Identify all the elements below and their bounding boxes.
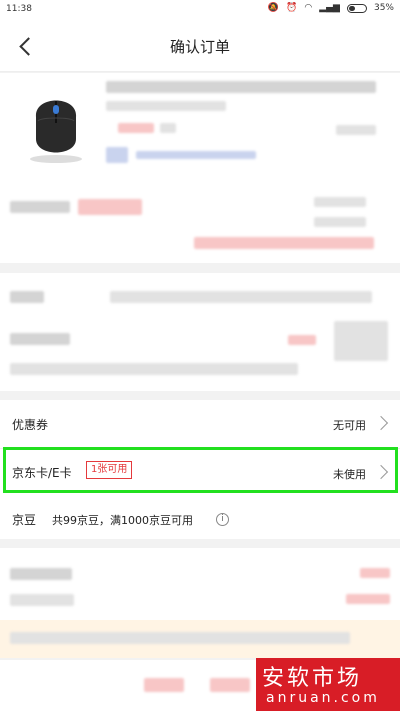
total-price-blur xyxy=(144,678,184,692)
jd-card-badge: 1张可用 xyxy=(86,461,133,479)
invoice-detail-blur xyxy=(10,363,298,375)
coupon-value: 无可用 xyxy=(333,419,366,432)
price-summary-card xyxy=(0,548,400,620)
delivery-info-blur-2 xyxy=(314,217,366,227)
payment-detail-blur xyxy=(110,291,372,303)
freight-label-blur xyxy=(10,594,74,606)
freight-value-blur xyxy=(346,594,390,604)
notice-text-blur xyxy=(10,632,350,644)
price-value-blur xyxy=(360,568,390,578)
product-spec-blur xyxy=(160,123,176,133)
chevron-right-icon xyxy=(373,464,389,480)
chevron-right-icon xyxy=(373,415,389,431)
product-tag-blur xyxy=(118,123,154,133)
signal-icon: ▂▄▆ xyxy=(319,3,340,13)
product-title-blur-2 xyxy=(106,101,226,111)
jd-beans-label: 京豆 xyxy=(12,513,37,527)
price-label-blur xyxy=(10,568,72,580)
nav-header: 确认订单 xyxy=(0,20,400,72)
jd-beans-row: 京豆 共99京豆，满1000京豆可用 xyxy=(0,497,400,539)
jd-card-label: 京东卡/E卡 xyxy=(12,466,72,480)
coupon-row[interactable]: 优惠券 无可用 xyxy=(0,400,400,448)
product-service-blur xyxy=(136,151,256,159)
product-card[interactable] xyxy=(0,73,400,263)
invoice-tag-blur xyxy=(288,335,316,345)
payment-label-blur xyxy=(10,291,44,303)
info-icon[interactable]: i xyxy=(216,513,229,526)
notice-bar xyxy=(0,620,400,658)
battery-percent: 35% xyxy=(373,3,394,13)
alarm-icon: ⏰ xyxy=(286,3,298,13)
delivery-note-blur xyxy=(194,237,374,249)
watermark-logo: 安软市场 anruan.com xyxy=(256,658,400,711)
product-image xyxy=(30,100,82,163)
product-title-blur xyxy=(106,81,376,93)
status-icons: 🔕 ⏰ ◠ ▂▄▆ 35% xyxy=(268,3,394,13)
status-bar: 11:38 🔕 ⏰ ◠ ▂▄▆ 35% xyxy=(0,0,400,20)
delivery-info-blur xyxy=(314,197,366,207)
total-price-blur-2 xyxy=(210,678,250,692)
page-title: 确认订单 xyxy=(169,38,230,56)
jd-beans-detail: 共99京豆，满1000京豆可用 xyxy=(52,514,193,527)
jd-card-value: 未使用 xyxy=(333,468,366,481)
status-time: 11:38 xyxy=(6,4,32,14)
coupon-label: 优惠券 xyxy=(12,418,49,432)
jd-card-row[interactable]: 京东卡/E卡 1张可用 未使用 xyxy=(0,449,400,497)
delivery-label-blur xyxy=(10,201,70,213)
delivery-tag-blur xyxy=(78,199,142,215)
mute-icon: 🔕 xyxy=(267,3,280,13)
product-qty-blur xyxy=(336,125,376,135)
wifi-icon: ◠ xyxy=(304,3,313,13)
invoice-box-blur xyxy=(334,321,388,361)
watermark-text: 安软市场 xyxy=(262,666,363,691)
watermark-url: anruan.com xyxy=(266,690,380,706)
product-service-icon-blur xyxy=(106,147,128,163)
battery-icon xyxy=(346,3,367,13)
invoice-label-blur xyxy=(10,333,70,345)
payment-card[interactable] xyxy=(0,273,400,391)
